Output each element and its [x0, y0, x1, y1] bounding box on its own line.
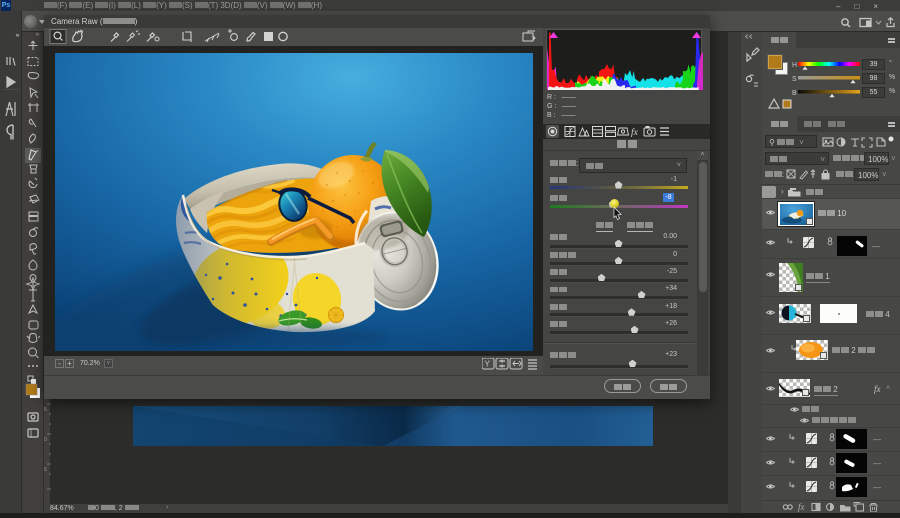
svg-text:5: 5 [44, 467, 47, 473]
svg-text:0: 0 [44, 437, 47, 443]
svg-text:fx: fx [631, 127, 639, 138]
svg-text:5: 5 [44, 407, 47, 413]
svg-text:fx: fx [798, 502, 805, 512]
svg-text:Y: Y [485, 360, 491, 369]
